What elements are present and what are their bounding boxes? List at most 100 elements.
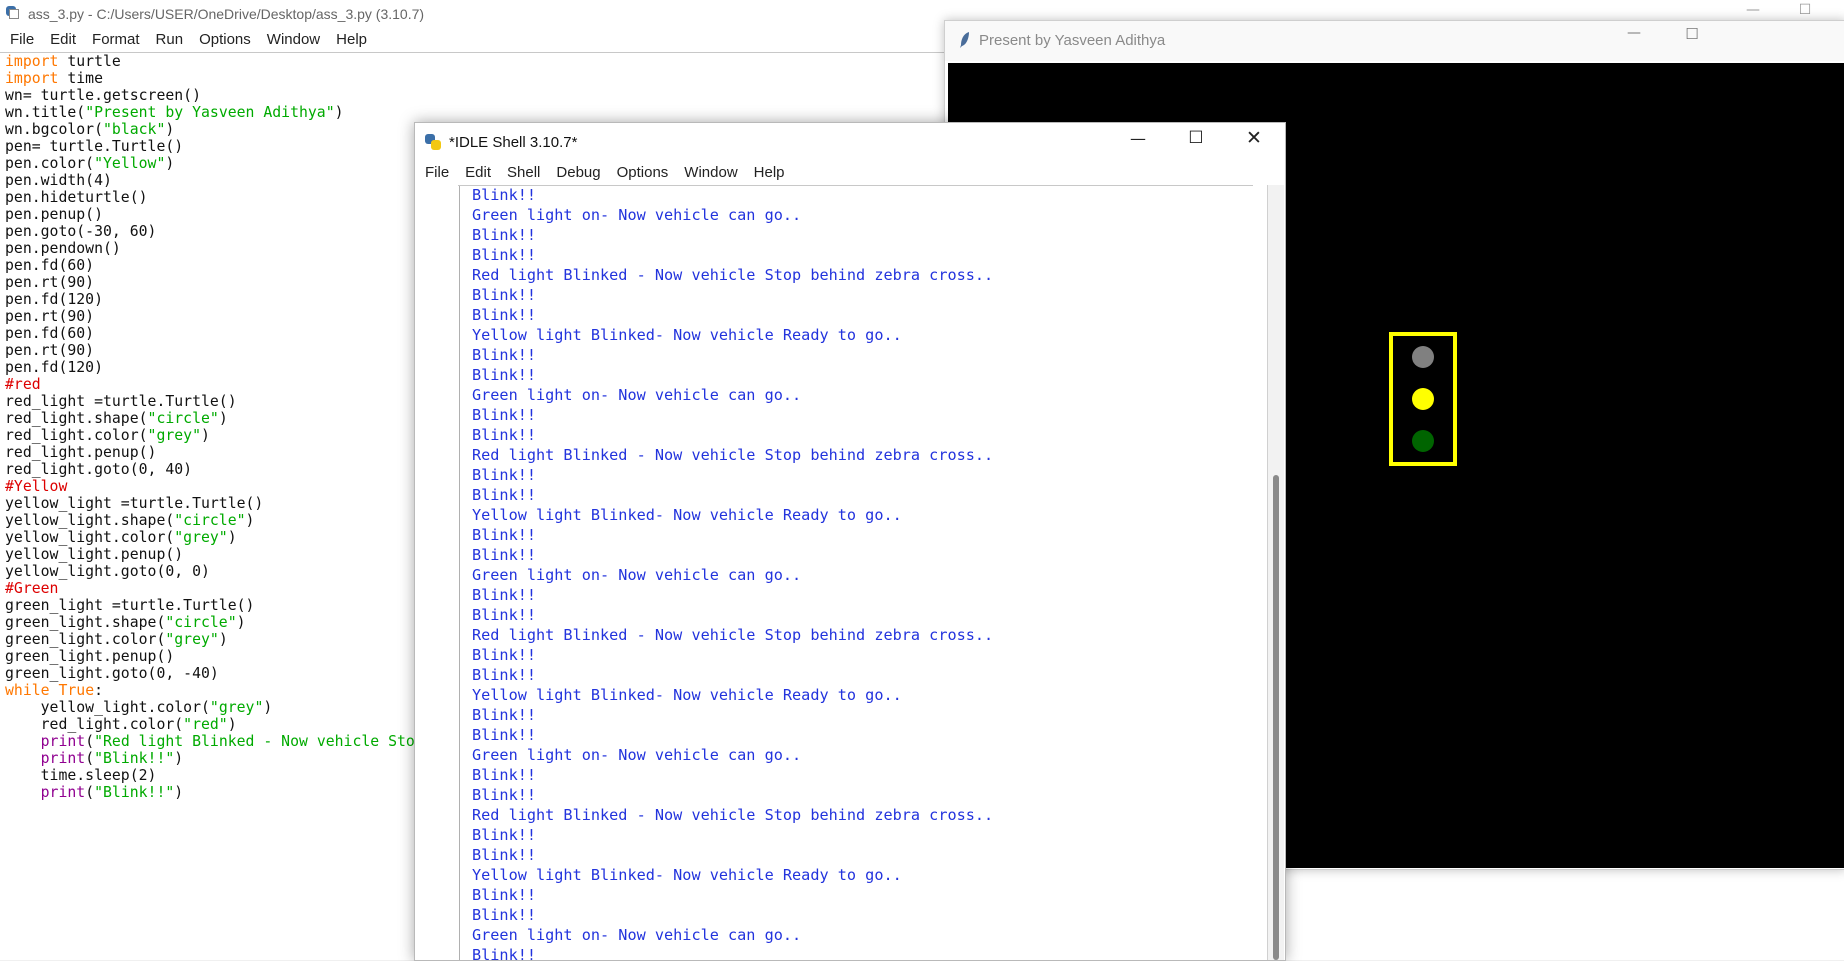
shell-output-line: Blink!! — [472, 786, 537, 804]
shell-menu-window[interactable]: Window — [676, 161, 745, 185]
code-token: pen.fd(60) — [5, 257, 95, 274]
shell-menu-file[interactable]: File — [417, 161, 457, 185]
editor-menu-edit[interactable]: Edit — [42, 28, 84, 52]
editor-menu-help[interactable]: Help — [328, 28, 375, 52]
code-token: ( — [85, 750, 95, 767]
code-token: red_light.shape( — [5, 410, 148, 427]
code-line: yellow_light.color("grey") — [5, 699, 273, 716]
code-token: #red — [5, 376, 41, 393]
code-token: ) — [245, 512, 255, 529]
shell-menu-options[interactable]: Options — [609, 161, 677, 185]
shell-output-line: Blink!! — [472, 646, 537, 664]
code-token: ) — [227, 529, 237, 546]
shell-menu-edit[interactable]: Edit — [457, 161, 499, 185]
shell-output-line: Blink!! — [472, 466, 537, 484]
code-token: pen.rt(90) — [5, 342, 95, 359]
shell-scrollbar[interactable] — [1267, 185, 1284, 960]
code-token: pen.color( — [5, 155, 95, 172]
code-token: "grey" — [209, 699, 264, 716]
code-line: red_light =turtle.Turtle() — [5, 393, 237, 410]
shell-output-line: Red light Blinked - Now vehicle Stop beh… — [472, 806, 994, 824]
shell-sidebar-gutter — [419, 185, 460, 960]
code-line: pen.rt(90) — [5, 274, 94, 291]
shell-output-line: Blink!! — [472, 366, 537, 384]
code-token: yellow_light.goto(0, 0) — [5, 563, 210, 580]
code-line: #Yellow — [5, 478, 67, 495]
code-token: pen.goto(-30, 60) — [5, 223, 157, 240]
code-line: #red — [5, 376, 41, 393]
code-line: yellow_light.color("grey") — [5, 529, 237, 546]
shell-menu-debug[interactable]: Debug — [548, 161, 608, 185]
shell-output-line: Blink!! — [472, 306, 537, 324]
turtle-titlebar[interactable]: Present by Yasveen Adithya — ☐ — [945, 21, 1844, 61]
code-token: pen.fd(60) — [5, 325, 95, 342]
code-token: pen.fd(120) — [5, 291, 103, 308]
code-line: pen.fd(120) — [5, 359, 103, 376]
shell-output-line: Blink!! — [472, 886, 537, 904]
minimize-icon[interactable]: — — [1109, 129, 1167, 148]
code-token: yellow_light.color( — [5, 699, 210, 716]
code-token: while — [5, 682, 50, 699]
code-token: "Blink!!" — [94, 784, 175, 801]
shell-output-line: Green light on- Now vehicle can go.. — [472, 566, 802, 584]
code-line: while True: — [5, 682, 103, 699]
shell-output-line: Blink!! — [472, 826, 537, 844]
maximize-icon[interactable]: ☐ — [1663, 25, 1721, 43]
shell-output-text[interactable]: Blink!! Green light on- Now vehicle can … — [472, 186, 994, 961]
code-token: yellow_light.penup() — [5, 546, 184, 563]
close-icon[interactable]: ✕ — [1225, 127, 1283, 149]
code-line: #Green — [5, 580, 58, 597]
shell-output-line: Red light Blinked - Now vehicle Stop beh… — [472, 626, 994, 644]
shell-output-line: Blink!! — [472, 666, 537, 684]
code-token: ) — [334, 104, 344, 121]
code-line: pen.width(4) — [5, 172, 112, 189]
shell-menu-shell[interactable]: Shell — [499, 161, 548, 185]
code-token: ) — [174, 750, 184, 767]
code-line: yellow_light.goto(0, 0) — [5, 563, 210, 580]
code-token: pen.width(4) — [5, 172, 112, 189]
code-token: print — [40, 784, 86, 801]
code-token: ) — [201, 427, 210, 444]
code-line: green_light.goto(0, -40) — [5, 665, 219, 682]
maximize-icon[interactable]: ☐ — [1167, 128, 1225, 148]
code-token: turtle — [58, 53, 121, 70]
shell-menu-help[interactable]: Help — [746, 161, 793, 185]
code-token: wn= turtle.getscreen() — [5, 87, 201, 104]
code-line: yellow_light.shape("circle") — [5, 512, 254, 529]
code-token: "black" — [103, 121, 166, 138]
shell-output-line: Blink!! — [472, 766, 537, 784]
editor-menu-window[interactable]: Window — [259, 28, 328, 52]
code-token: ) — [236, 614, 246, 631]
editor-menu-format[interactable]: Format — [84, 28, 148, 52]
red-light — [1412, 346, 1434, 368]
shell-output-area[interactable]: Blink!! Green light on- Now vehicle can … — [458, 185, 1253, 961]
editor-menu-run[interactable]: Run — [148, 28, 192, 52]
code-line: red_light.penup() — [5, 444, 156, 461]
code-line: print("Blink!!") — [5, 784, 184, 801]
shell-output-line: Blink!! — [472, 226, 537, 244]
code-token: ) — [165, 155, 175, 172]
code-token: red_light =turtle.Turtle() — [5, 393, 237, 410]
maximize-icon[interactable]: ☐ — [1776, 2, 1834, 18]
editor-title: ass_3.py - C:/Users/USER/OneDrive/Deskto… — [28, 6, 425, 22]
shell-titlebar[interactable]: *IDLE Shell 3.10.7* — ☐ ✕ — [415, 123, 1285, 161]
code-token: ) — [174, 784, 184, 801]
editor-menu-file[interactable]: File — [2, 28, 42, 52]
minimize-icon[interactable]: — — [1724, 2, 1782, 18]
code-line: pen.hideturtle() — [5, 189, 148, 206]
shell-output-line: Blink!! — [472, 906, 537, 924]
code-token: time.sleep(2) — [5, 767, 157, 784]
code-token: green_light.color( — [5, 631, 166, 648]
minimize-icon[interactable]: — — [1605, 25, 1663, 41]
code-token: import — [5, 70, 59, 87]
editor-menu-options[interactable]: Options — [191, 28, 259, 52]
code-line: wn.title("Present by Yasveen Adithya") — [5, 104, 344, 121]
shell-output-line: Blink!! — [472, 246, 537, 264]
shell-output-line: Blink!! — [472, 706, 537, 724]
code-token: ( — [85, 784, 95, 801]
code-line: red_light.goto(0, 40) — [5, 461, 192, 478]
code-line: green_light.penup() — [5, 648, 174, 665]
code-token: "grey" — [147, 427, 201, 444]
shell-scrollbar-thumb[interactable] — [1273, 475, 1279, 960]
shell-output-line: Blink!! — [472, 426, 537, 444]
